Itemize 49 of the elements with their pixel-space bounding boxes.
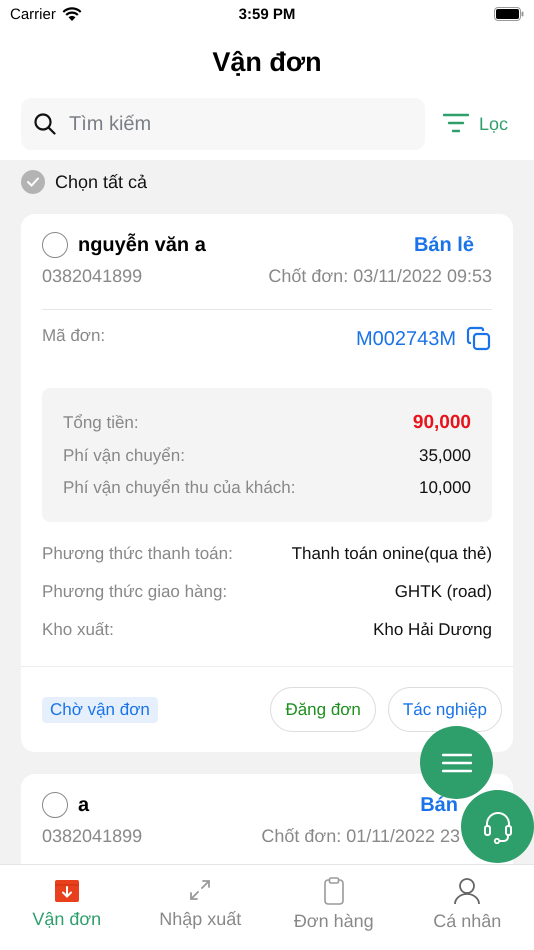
phone-number: 0382041899	[42, 826, 142, 847]
order-code: M002743M	[356, 328, 456, 350]
summary-value: 35,000	[419, 446, 471, 466]
summary-label: Phí vận chuyển:	[63, 446, 185, 466]
person-icon	[453, 877, 482, 905]
page-title: Vận đơn	[211, 46, 323, 79]
detail-value: Thanh toán onine(qua thẻ)	[292, 544, 492, 564]
tab-item[interactable]: Cá nhân	[400, 865, 534, 950]
search-input[interactable]: Tìm kiếm	[67, 112, 413, 136]
order-code-label: Mã đơn:	[42, 326, 106, 346]
action-button[interactable]: Đăng đơn	[270, 687, 376, 732]
customer-name: a	[78, 794, 90, 816]
headset-icon	[482, 810, 514, 844]
status-tag: Chờ vận đơn	[42, 696, 158, 722]
tab-item[interactable]: Nhập xuất	[134, 865, 267, 950]
order-type: Bán lẻ	[414, 234, 474, 256]
detail-label: Phương thức thanh toán:	[42, 544, 233, 564]
tab-item[interactable]: Đơn hàng	[267, 865, 400, 950]
copy-icon[interactable]	[466, 326, 492, 352]
phone-number: 0382041899	[42, 266, 142, 287]
closing-date: Chốt đơn: 03/11/2022 09:53	[268, 266, 492, 287]
wifi-icon	[62, 6, 82, 22]
detail-label: Phương thức giao hàng:	[42, 582, 228, 602]
order-radio[interactable]	[42, 232, 68, 258]
download-box-icon	[54, 877, 80, 903]
search-field[interactable]: Tìm kiếm	[21, 98, 425, 150]
detail-value: GHTK (road)	[394, 582, 492, 602]
carrier-label: Carrier	[10, 6, 56, 22]
order-type: Bán	[420, 794, 458, 816]
customer-name: nguyễn văn a	[78, 234, 206, 256]
detail-label: Kho xuất:	[42, 620, 114, 640]
closing-date: Chốt đơn: 01/11/2022 23	[261, 826, 460, 847]
summary-label: Tổng tiền:	[63, 413, 139, 433]
status-time: 3:59 PM	[238, 6, 296, 22]
action-button[interactable]: Tác nghiệp	[388, 687, 502, 732]
tab-item[interactable]: Vận đơn	[0, 865, 134, 950]
select-all-checkbox[interactable]	[21, 170, 45, 194]
filter-button[interactable]: Lọc	[442, 113, 514, 135]
order-radio[interactable]	[42, 792, 68, 818]
checkmark-icon	[27, 177, 39, 187]
search-icon	[33, 112, 57, 136]
summary-value: 90,000	[412, 412, 471, 434]
select-all-label: Chọn tất cả	[55, 172, 148, 192]
battery-icon	[494, 7, 524, 21]
summary-label: Phí vận chuyển thu của khách:	[63, 478, 296, 498]
menu-icon	[442, 752, 472, 772]
filter-icon	[442, 113, 469, 135]
detail-value: Kho Hải Dương	[373, 620, 492, 640]
summary-value: 10,000	[419, 478, 471, 498]
